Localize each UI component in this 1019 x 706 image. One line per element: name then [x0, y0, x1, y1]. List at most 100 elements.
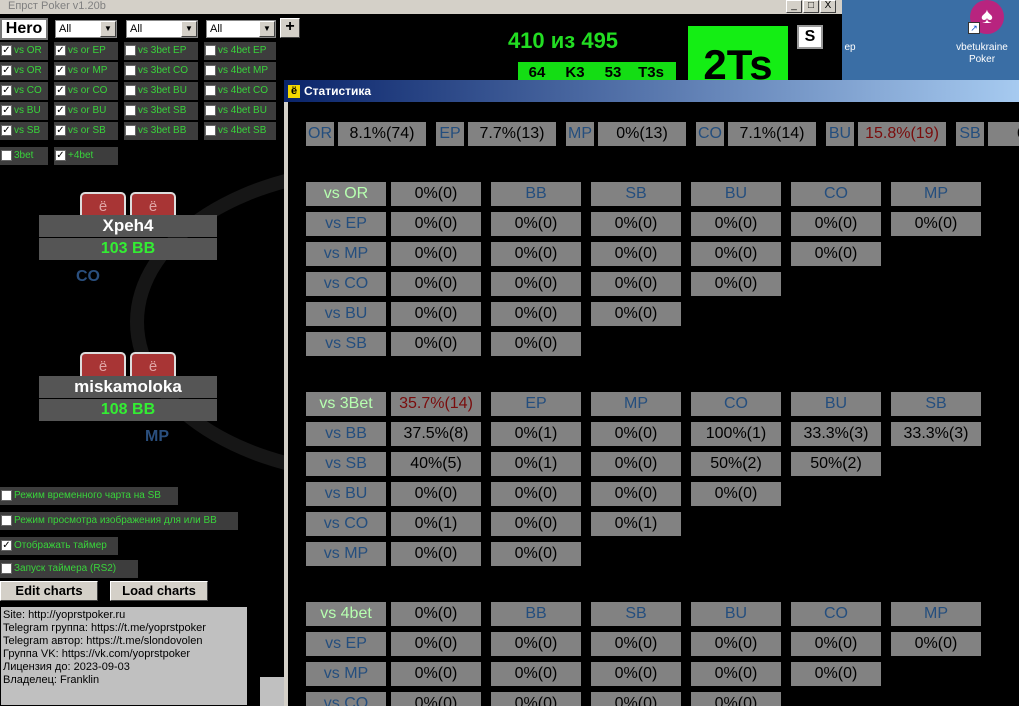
minimize-button[interactable]: _ — [786, 0, 802, 13]
filter-select-2[interactable]: All ▼ — [126, 20, 198, 38]
load-charts-button[interactable]: Load charts — [110, 581, 208, 601]
filter-checkbox-label: vs or EP — [68, 45, 106, 56]
checkbox-start-timer-label: Запуск таймера (RS2) — [14, 563, 117, 574]
column-header: CO — [691, 392, 781, 416]
filter-checkbox[interactable]: ✓ vs OR — [0, 42, 48, 60]
info-line: Лицензия до: 2023-09-03 — [3, 661, 130, 673]
stat-cell: 100%(1) — [691, 422, 781, 446]
column-header: CO — [791, 182, 881, 206]
player1-stack: 103 BB — [39, 238, 217, 260]
checkbox-box[interactable]: ✓ — [55, 65, 66, 76]
filter-checkbox[interactable]: vs 4bet SB — [204, 122, 276, 140]
checkbox-4bet-plus[interactable]: ✓ +4bet — [54, 147, 118, 165]
filter-checkbox[interactable]: vs 3bet BB — [124, 122, 198, 140]
filter-checkbox[interactable]: vs 4bet MP — [204, 62, 276, 80]
add-button[interactable]: + — [280, 18, 300, 38]
filter-checkbox[interactable]: ✓ vs or SB — [54, 122, 118, 140]
filter-checkbox[interactable]: vs 3bet SB — [124, 102, 198, 120]
checkbox-box[interactable] — [205, 105, 216, 116]
hero-button[interactable]: Hero — [0, 18, 48, 40]
checkbox-box[interactable] — [125, 65, 136, 76]
filter-checkbox-label: vs 3bet BU — [138, 85, 187, 96]
checkbox-box[interactable]: ✓ — [1, 65, 12, 76]
column-header: BU — [691, 182, 781, 206]
filter-checkbox[interactable]: vs 4bet CO — [204, 82, 276, 100]
stats-window: Статистика ё OR 8.1%(74) EP 7.7%(13) MP 0%(13… — [284, 80, 1019, 706]
checkbox-box[interactable] — [205, 85, 216, 96]
position-value: 15.8%(19) — [858, 122, 946, 146]
filter-checkbox[interactable]: ✓ vs SB — [0, 122, 48, 140]
stats-window-title: Статистика — [304, 84, 372, 98]
stat-cell: 0%(0) — [591, 212, 681, 236]
checkbox-view-mode[interactable]: Режим просмотра изображения для или BB — [0, 512, 238, 530]
row-label: vs EP — [306, 632, 386, 656]
filter-checkbox[interactable]: ✓ vs or MP — [54, 62, 118, 80]
stats-window-titlebar[interactable]: Статистика — [284, 80, 1019, 102]
filter-checkbox[interactable]: vs 3bet EP — [124, 42, 198, 60]
checkbox-box[interactable] — [1, 563, 12, 574]
checkbox-box[interactable] — [1, 150, 12, 161]
checkbox-box[interactable]: ✓ — [1, 105, 12, 116]
filter-checkbox[interactable]: ✓ vs CO — [0, 82, 48, 100]
checkbox-box[interactable] — [205, 65, 216, 76]
checkbox-box[interactable]: ✓ — [1, 540, 12, 551]
stat-cell: 0%(0) — [491, 482, 581, 506]
maximize-button[interactable]: □ — [803, 0, 819, 13]
filter-checkbox[interactable]: vs 3bet BU — [124, 82, 198, 100]
stat-cell: 0%(0) — [691, 242, 781, 266]
stat-cell: 0%(0) — [791, 632, 881, 656]
filter-select-3[interactable]: All ▼ — [206, 20, 276, 38]
edit-charts-button[interactable]: Edit charts — [0, 581, 98, 601]
checkbox-box[interactable] — [205, 45, 216, 56]
checkbox-box[interactable]: ✓ — [55, 150, 66, 161]
section-header: vs 3Bet — [306, 392, 386, 416]
stat-cell: 0%(1) — [491, 452, 581, 476]
desktop-shortcut-label[interactable]: vbetukraine Poker — [942, 42, 1019, 66]
filter-checkbox[interactable]: vs 3bet CO — [124, 62, 198, 80]
stat-cell: 0%(0) — [391, 482, 481, 506]
column-header: SB — [591, 182, 681, 206]
checkbox-temp-chart-label: Режим временного чарта на SB — [14, 490, 161, 501]
checkbox-start-timer[interactable]: Запуск таймера (RS2) — [0, 560, 138, 578]
s-button[interactable]: S — [797, 25, 823, 49]
checkbox-temp-chart[interactable]: Режим временного чарта на SB — [0, 487, 178, 505]
filter-select-1-value: All — [59, 23, 72, 35]
checkbox-box[interactable] — [205, 125, 216, 136]
filter-checkbox[interactable]: ✓ vs or BU — [54, 102, 118, 120]
checkbox-box[interactable]: ✓ — [55, 85, 66, 96]
row-label: vs CO — [306, 272, 386, 296]
stat-cell: 0%(0) — [391, 542, 481, 566]
checkbox-box[interactable]: ✓ — [1, 125, 12, 136]
position-label: OR — [306, 122, 334, 146]
checkbox-box[interactable]: ✓ — [1, 45, 12, 56]
checkbox-3bet[interactable]: 3bet — [0, 147, 48, 165]
stat-cell: 0%(0) — [391, 332, 481, 356]
filter-checkbox[interactable]: ✓ vs or CO — [54, 82, 118, 100]
checkbox-box[interactable] — [1, 490, 12, 501]
position-value: 7.1%(14) — [728, 122, 816, 146]
filter-checkbox[interactable]: vs 4bet EP — [204, 42, 276, 60]
app-icon: ё — [288, 85, 300, 98]
checkbox-box[interactable] — [125, 85, 136, 96]
checkbox-box[interactable]: ✓ — [55, 105, 66, 116]
checkbox-box[interactable]: ✓ — [55, 45, 66, 56]
checkbox-box[interactable] — [125, 45, 136, 56]
filter-checkbox[interactable]: ✓ vs or EP — [54, 42, 118, 60]
row-label: vs SB — [306, 452, 386, 476]
filter-checkbox[interactable]: vs 4bet BU — [204, 102, 276, 120]
chevron-down-icon: ▼ — [181, 21, 197, 37]
filter-checkbox-label: vs CO — [14, 85, 42, 96]
checkbox-box[interactable]: ✓ — [55, 125, 66, 136]
checkbox-show-timer[interactable]: ✓ Отображать таймер — [0, 537, 118, 555]
filter-select-1[interactable]: All ▼ — [55, 20, 117, 38]
checkbox-box[interactable] — [125, 105, 136, 116]
column-header: BU — [791, 392, 881, 416]
close-button[interactable]: X — [820, 0, 836, 13]
checkbox-box[interactable]: ✓ — [1, 85, 12, 96]
filter-checkbox-label: vs or MP — [68, 65, 108, 76]
filter-checkbox[interactable]: ✓ vs BU — [0, 102, 48, 120]
filter-checkbox[interactable]: ✓ vs OR — [0, 62, 48, 80]
checkbox-box[interactable] — [1, 515, 12, 526]
position-value: 7.7%(13) — [468, 122, 556, 146]
checkbox-box[interactable] — [125, 125, 136, 136]
